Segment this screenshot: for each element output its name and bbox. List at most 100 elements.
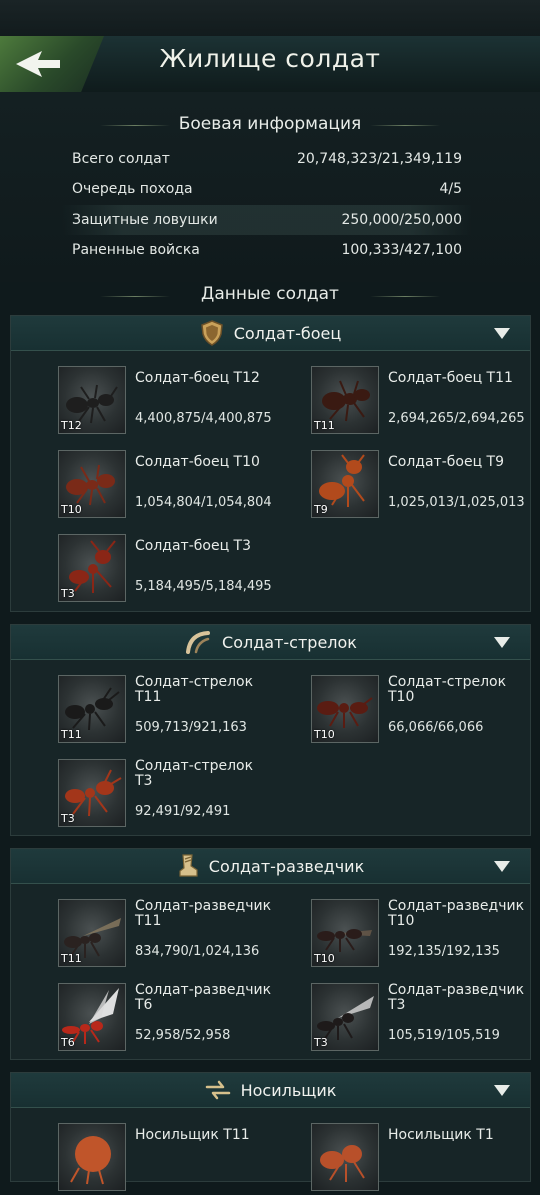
tier-label: T11 <box>61 952 82 965</box>
section-header-warrior[interactable]: Солдат-боец <box>11 316 530 351</box>
unit-name: Солдат-боец T3 <box>135 538 252 554</box>
unit-name: Солдат-стрелок T3 <box>135 758 254 789</box>
unit-warrior-t9[interactable]: T9 Солдат-боец T9 1,025,013/1,025,013 <box>311 450 540 522</box>
tier-label: T9 <box>314 503 328 516</box>
unit-thumbnail: T11 <box>311 366 379 434</box>
tier-label: T11 <box>61 728 82 741</box>
chevron-down-icon[interactable] <box>494 328 510 339</box>
unit-thumbnail: T6 <box>58 983 126 1051</box>
tier-label: T3 <box>314 1036 328 1049</box>
unit-count: 509,713/921,163 <box>135 720 247 735</box>
tier-label: T3 <box>61 587 75 600</box>
unit-thumbnail: T10 <box>311 675 379 743</box>
unit-shooter-t3[interactable]: T3 Солдат-стрелок T3 92,491/92,491 <box>58 759 303 831</box>
unit-warrior-t12[interactable]: T12 Солдат-боец T12 4,400,875/4,400,875 <box>58 366 303 438</box>
stat-row-total-soldiers: Всего солдат 20,748,323/21,349,119 <box>72 151 462 167</box>
tier-label: T3 <box>61 812 75 825</box>
unit-name: Носильщик T11 <box>135 1127 250 1143</box>
unit-count: 66,066/66,066 <box>388 720 484 735</box>
section-header-shooter[interactable]: Солдат-стрелок <box>11 625 530 660</box>
unit-warrior-t3[interactable]: T3 Солдат-боец T3 5,184,495/5,184,495 <box>58 534 303 606</box>
section-carrier: Носильщик Носильщик T11 Носильщик T1 <box>10 1072 531 1191</box>
chevron-down-icon[interactable] <box>494 861 510 872</box>
chevron-down-icon[interactable] <box>494 637 510 648</box>
section-warrior: Солдат-боец T12 Солдат-боец T12 4,400,87… <box>10 315 531 612</box>
carrier-ant-icon <box>320 1145 365 1182</box>
unit-count: 4,400,875/4,400,875 <box>135 411 272 426</box>
header: Жилище солдат <box>0 36 540 94</box>
battle-info-heading: Боевая информация <box>178 114 362 134</box>
unit-count: 1,054,804/1,054,804 <box>135 495 272 510</box>
unit-name: Солдат-боец T11 <box>388 370 513 386</box>
unit-warrior-t11[interactable]: T11 Солдат-боец T11 2,694,265/2,694,265 <box>311 366 540 438</box>
status-bar <box>0 0 540 36</box>
tier-label: T6 <box>61 1036 75 1049</box>
stat-row-wounded: Раненные войска 100,333/427,100 <box>72 242 462 258</box>
unit-count: 105,519/105,519 <box>388 1028 500 1043</box>
unit-thumbnail: T9 <box>311 450 379 518</box>
unit-carrier-t11[interactable]: Носильщик T11 <box>58 1123 303 1195</box>
unit-name: Солдат-разведчик T3 <box>388 982 525 1013</box>
ornament-left <box>100 296 170 297</box>
unit-shooter-t11[interactable]: T11 Солдат-стрелок T11 509,713/921,163 <box>58 675 303 747</box>
unit-name: Солдат-разведчик T6 <box>135 982 272 1013</box>
unit-name: Носильщик T1 <box>388 1127 494 1143</box>
unit-name: Солдат-стрелок T10 <box>388 674 507 705</box>
unit-thumbnail: T3 <box>58 759 126 827</box>
ornament-right <box>370 296 440 297</box>
page-title: Жилище солдат <box>159 44 381 73</box>
soldier-data-heading: Данные солдат <box>201 284 339 304</box>
ornament-left <box>100 125 170 126</box>
back-arrow-icon <box>16 51 60 77</box>
tier-label: T11 <box>314 419 335 432</box>
unit-count: 1,025,013/1,025,013 <box>388 495 525 510</box>
unit-thumbnail: T3 <box>311 983 379 1051</box>
unit-count: 2,694,265/2,694,265 <box>388 411 525 426</box>
unit-thumbnail: T11 <box>58 899 126 967</box>
stat-row-march-queue: Очередь похода 4/5 <box>72 181 462 197</box>
tier-label: T10 <box>61 503 82 516</box>
section-shooter: Солдат-стрелок T11 Солдат-стрелок T11 50… <box>10 624 531 836</box>
tier-label: T10 <box>314 728 335 741</box>
section-header-scout[interactable]: Солдат-разведчик <box>11 849 530 884</box>
boot-icon <box>179 854 198 877</box>
unit-scout-t11[interactable]: T11 Солдат-разведчик T11 834,790/1,024,1… <box>58 899 303 971</box>
unit-name: Солдат-боец T9 <box>388 454 505 470</box>
unit-count: 834,790/1,024,136 <box>135 944 260 959</box>
unit-name: Солдат-боец T12 <box>135 370 260 386</box>
unit-count: 5,184,495/5,184,495 <box>135 579 272 594</box>
stat-row-traps: Защитные ловушки 250,000/250,000 <box>62 205 472 235</box>
unit-thumbnail: T10 <box>311 899 379 967</box>
unit-name: Солдат-боец T10 <box>135 454 260 470</box>
tier-label: T12 <box>61 419 82 432</box>
section-scout: Солдат-разведчик T11 Солдат-разведчик T1… <box>10 848 531 1060</box>
unit-thumbnail: T11 <box>58 675 126 743</box>
ornament-right <box>370 125 440 126</box>
unit-name: Солдат-разведчик T10 <box>388 898 525 929</box>
battle-info-panel: Боевая информация Всего солдат 20,748,32… <box>0 92 540 282</box>
unit-count: 92,491/92,491 <box>135 804 231 819</box>
back-button[interactable] <box>0 36 104 92</box>
shield-icon <box>200 320 223 346</box>
unit-scout-t10[interactable]: T10 Солдат-разведчик T10 192,135/192,135 <box>311 899 540 971</box>
unit-name: Солдат-стрелок T11 <box>135 674 254 705</box>
transfer-icon <box>205 1080 230 1100</box>
bow-icon <box>186 631 211 654</box>
unit-scout-t3[interactable]: T3 Солдат-разведчик T3 105,519/105,519 <box>311 983 540 1055</box>
unit-thumbnail: T3 <box>58 534 126 602</box>
unit-thumbnail: T12 <box>58 366 126 434</box>
unit-scout-t6[interactable]: T6 Солдат-разведчик T6 52,958/52,958 <box>58 983 303 1055</box>
unit-count: 192,135/192,135 <box>388 944 500 959</box>
section-header-carrier[interactable]: Носильщик <box>11 1073 530 1108</box>
unit-carrier-t1[interactable]: Носильщик T1 <box>311 1123 540 1195</box>
unit-name: Солдат-разведчик T11 <box>135 898 272 929</box>
unit-shooter-t10[interactable]: T10 Солдат-стрелок T10 66,066/66,066 <box>311 675 540 747</box>
tier-label: T10 <box>314 952 335 965</box>
unit-thumbnail <box>58 1123 126 1191</box>
unit-warrior-t10[interactable]: T10 Солдат-боец T10 1,054,804/1,054,804 <box>58 450 303 522</box>
unit-count: 52,958/52,958 <box>135 1028 231 1043</box>
unit-thumbnail: T10 <box>58 450 126 518</box>
unit-thumbnail <box>311 1123 379 1191</box>
carrier-ant-icon <box>70 1136 111 1185</box>
chevron-down-icon[interactable] <box>494 1085 510 1096</box>
